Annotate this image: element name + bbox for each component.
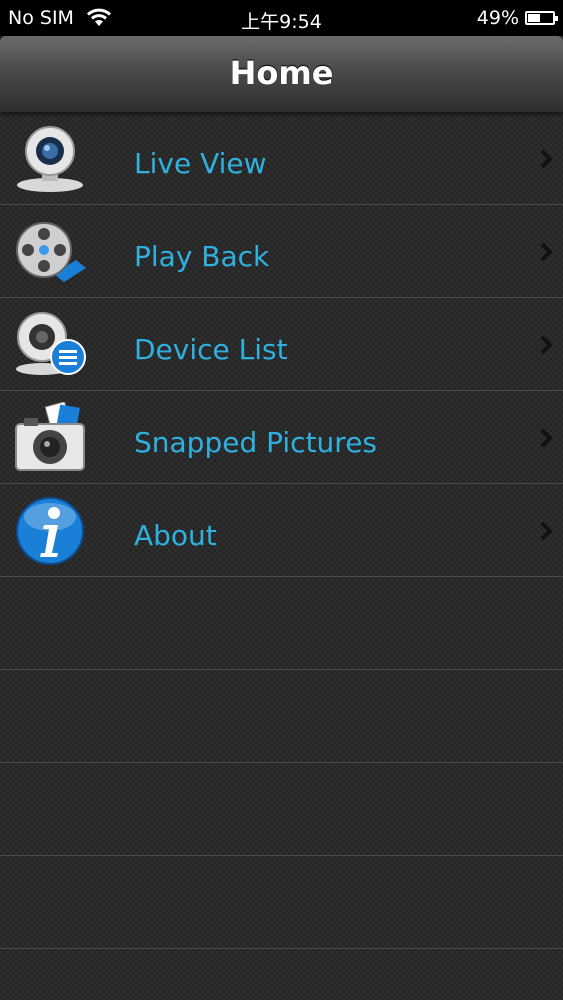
empty-row <box>0 670 563 763</box>
empty-row <box>0 763 563 856</box>
empty-row <box>0 856 563 949</box>
page-title: Home <box>229 54 334 92</box>
film-reel-icon <box>16 222 86 282</box>
chevron-right-icon <box>540 335 553 355</box>
menu-item-label: About <box>134 519 217 552</box>
chevron-right-icon <box>540 521 553 541</box>
menu-item-label: Snapped Pictures <box>134 426 378 459</box>
battery-percent: 49% <box>476 7 519 29</box>
battery-fill <box>528 14 540 22</box>
navigation-bar: Home <box>0 36 563 112</box>
device-list-icon <box>16 312 86 375</box>
info-icon <box>16 497 84 565</box>
menu-item-label: Device List <box>134 333 288 366</box>
battery-icon <box>525 11 558 25</box>
menu-item-label: Play Back <box>134 240 270 273</box>
menu-item-live-view[interactable]: Live View <box>0 112 563 205</box>
empty-row <box>0 577 563 670</box>
menu-item-about[interactable]: About <box>0 484 563 577</box>
menu-item-snapped-pictures[interactable]: Snapped Pictures <box>0 391 563 484</box>
chevron-right-icon <box>540 242 553 262</box>
home-menu: Live View Play Back Device List Snapped … <box>0 112 563 949</box>
camera-photos-icon <box>15 402 85 471</box>
webcam-icon <box>17 126 83 192</box>
menu-item-label: Live View <box>134 147 267 180</box>
chevron-right-icon <box>540 428 553 448</box>
menu-item-play-back[interactable]: Play Back <box>0 205 563 298</box>
status-bar: No SIM 上午9:54 49% <box>0 0 563 36</box>
menu-item-device-list[interactable]: Device List <box>0 298 563 391</box>
chevron-right-icon <box>540 149 553 169</box>
